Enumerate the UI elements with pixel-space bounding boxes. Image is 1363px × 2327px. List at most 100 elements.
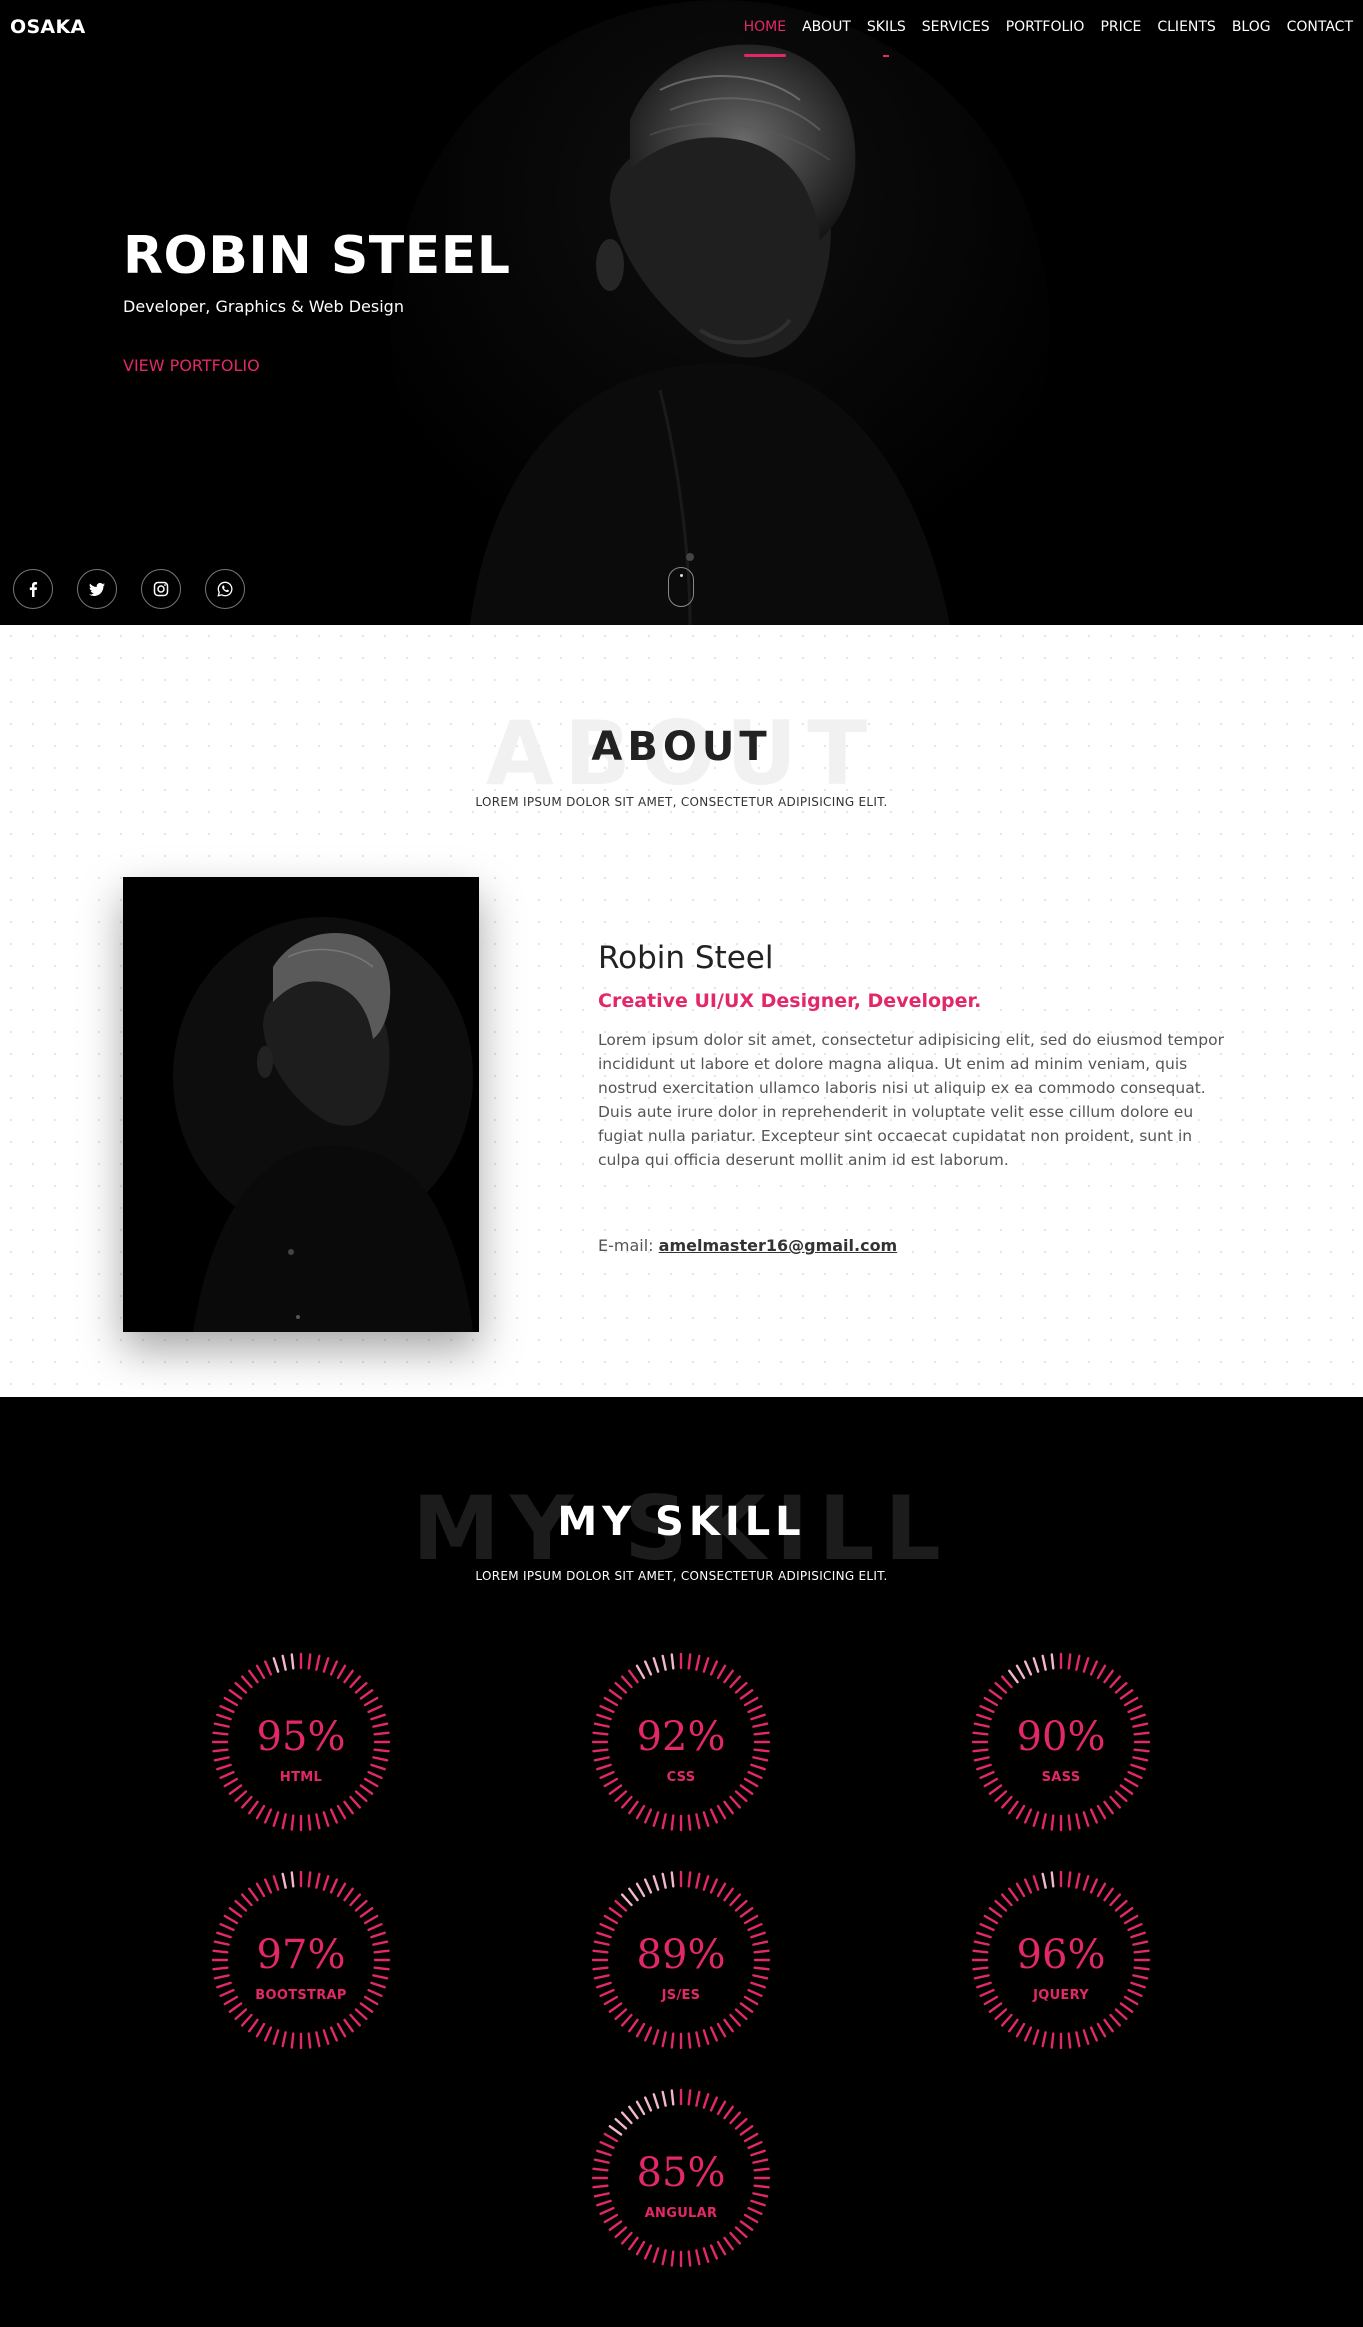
gauge-tick	[272, 1657, 280, 1673]
gauge-tick	[979, 1705, 995, 1714]
gauge-tick	[1000, 1795, 1013, 1809]
gauge-tick	[628, 2105, 639, 2120]
gauge-tick	[322, 1811, 330, 1827]
gauge-tick	[716, 2240, 727, 2256]
gauge-tick	[687, 1871, 692, 1888]
gauge-tick	[1050, 1871, 1055, 1888]
nav-item-home[interactable]: HOME	[743, 13, 787, 57]
gauge-tick	[359, 2002, 374, 2013]
skills-subtitle: LOREM IPSUM DOLOR SIT AMET, CONSECTETUR …	[475, 1569, 888, 1583]
gauge-tick	[1119, 1907, 1134, 1918]
gauge-tick	[723, 2236, 734, 2251]
about-section: ABOUT ABOUT LOREM IPSUM DOLOR SIT AMET, …	[0, 625, 1363, 1397]
gauge-tick	[1024, 2026, 1033, 2042]
gauge-tick	[363, 1914, 379, 1925]
gauge-tick	[307, 1814, 312, 1831]
gauge-tick	[702, 1657, 710, 1673]
gauge-tick	[687, 1653, 692, 1670]
gauge-tick	[661, 2090, 667, 2107]
nav-item-contact[interactable]: CONTACT	[1287, 13, 1353, 41]
gauge-tick	[1103, 1669, 1114, 1684]
gauge-tick	[1000, 2013, 1013, 2027]
gauge-tick	[1082, 1875, 1090, 1891]
gauge-tick	[307, 1871, 312, 1888]
nav-item-skils[interactable]: SKILS	[867, 13, 906, 57]
social-links	[13, 569, 269, 609]
gauge-tick	[709, 2026, 718, 2042]
nav-item-about[interactable]: ABOUT	[802, 13, 851, 41]
nav-item-price[interactable]: PRICE	[1100, 13, 1141, 41]
gauge-tick	[670, 1871, 675, 1888]
gauge-tick	[702, 2093, 710, 2109]
gauge-tick	[248, 1800, 259, 1815]
instagram-button[interactable]	[141, 569, 181, 609]
gauge-tick	[1109, 1893, 1122, 1907]
gauge-tick	[716, 1882, 727, 1898]
gauge-tick	[596, 1763, 612, 1771]
whatsapp-button[interactable]	[205, 569, 245, 609]
gauge-tick	[1008, 1887, 1019, 1902]
gauge-tick	[349, 1893, 362, 1907]
view-portfolio-link[interactable]: VIEW PORTFOLIO	[123, 356, 260, 375]
gauge-tick	[670, 1814, 675, 1831]
gauge-tick	[290, 2032, 295, 2049]
gauge-tick	[729, 1675, 742, 1689]
nav-indicator-dot	[883, 55, 890, 57]
gauge-tick	[652, 1811, 660, 1827]
twitter-button[interactable]	[77, 569, 117, 609]
gauge-tick	[709, 1878, 718, 1894]
gauge-tick	[255, 2022, 266, 2038]
hero-section: OSAKA HOME ABOUT SKILS SERVICES PORTFOLI…	[0, 0, 1363, 625]
gauge-tick	[290, 1653, 295, 1670]
gauge-tick	[1096, 2022, 1107, 2038]
gauge-tick	[349, 1795, 362, 1809]
gauge-tick	[1123, 1914, 1139, 1925]
skill-gauge-jses: 89% JS/ES	[591, 1870, 771, 2050]
gauge-tick	[1119, 1784, 1134, 1795]
gauge-tick	[608, 2220, 623, 2231]
gauge-tick	[994, 2008, 1008, 2021]
brand-logo[interactable]: OSAKA	[10, 16, 85, 38]
gauge-tick	[695, 2249, 701, 2266]
email-link[interactable]: amelmaster16@gmail.com	[659, 1236, 898, 1255]
gauge-tick	[354, 1681, 368, 1694]
about-info: Robin Steel Creative UI/UX Designer, Dev…	[598, 940, 1238, 1255]
gauge-tick	[336, 2022, 347, 2038]
facebook-button[interactable]	[13, 569, 53, 609]
gauge-tick	[729, 2111, 742, 2125]
gauge-tick	[603, 1696, 619, 1707]
gauge-tick	[1067, 1814, 1072, 1831]
email-label: E-mail:	[598, 1236, 654, 1255]
gauge-tick	[695, 2090, 701, 2107]
nav-item-services[interactable]: SERVICES	[922, 13, 990, 41]
gauge-tick	[264, 1808, 273, 1824]
gauge-tick	[709, 1660, 718, 1676]
gauge-tick	[255, 1882, 266, 1898]
gauge-tick	[739, 1784, 754, 1795]
gauge-tick	[370, 1763, 386, 1771]
gauge-tick	[687, 2089, 692, 2106]
gauge-tick	[1075, 2031, 1081, 2048]
gauge-tick	[723, 1800, 734, 1815]
scroll-down-indicator[interactable]	[668, 567, 694, 607]
gauge-tick	[216, 1981, 232, 1989]
gauge-tick	[307, 2032, 312, 2049]
gauge-tick	[248, 1887, 259, 1902]
skill-gauge-sass: 90% SASS	[971, 1652, 1151, 1832]
gauge-tick	[329, 1660, 338, 1676]
gauge-tick	[614, 1681, 628, 1694]
nav-item-clients[interactable]: CLIENTS	[1157, 13, 1215, 41]
gauge-tick	[635, 1804, 646, 1820]
nav-item-blog[interactable]: BLOG	[1232, 13, 1271, 41]
skills-title: MY SKILL	[557, 1499, 806, 1545]
gauge-tick	[608, 1907, 623, 1918]
gauge-tick	[709, 2244, 718, 2260]
nav-item-portfolio[interactable]: PORTFOLIO	[1006, 13, 1085, 41]
gauge-tick	[734, 2008, 748, 2021]
gauge-tick	[1089, 2026, 1098, 2042]
gauge-tick	[1024, 1660, 1033, 1676]
gauge-tick	[687, 1814, 692, 1831]
gauge-tick	[603, 2132, 619, 2143]
gauge-tick	[709, 1808, 718, 1824]
gauge-tick	[734, 2117, 748, 2130]
